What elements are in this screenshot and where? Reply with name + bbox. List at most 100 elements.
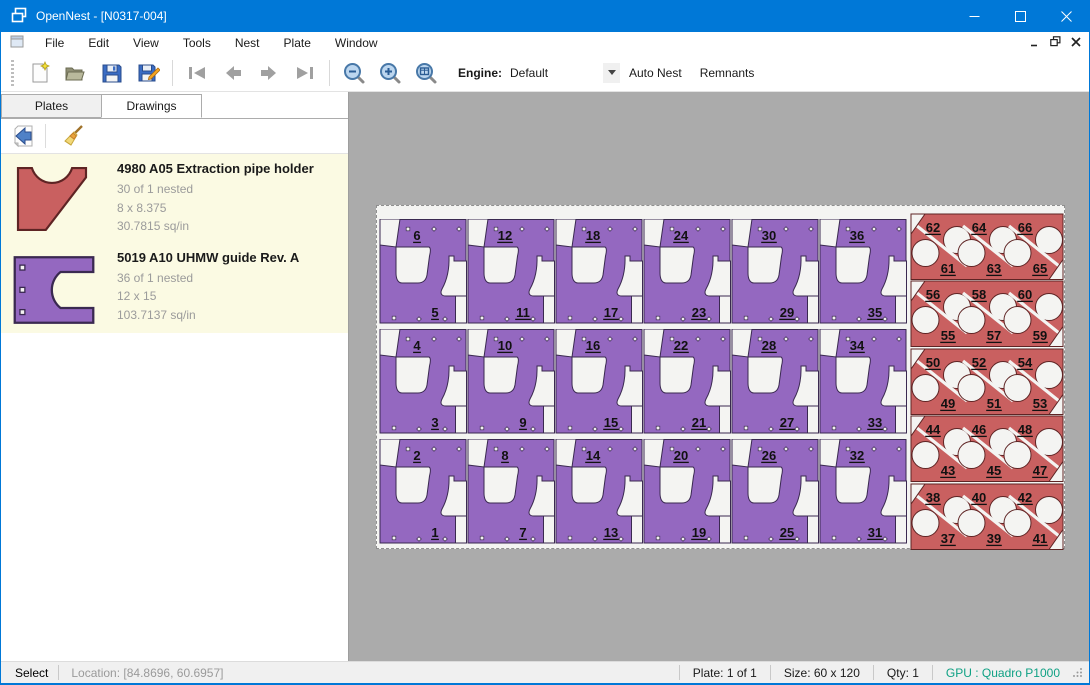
svg-text:53: 53: [1033, 396, 1047, 411]
mdi-document-icon[interactable]: [10, 35, 25, 52]
minimize-button[interactable]: [951, 0, 997, 32]
close-button[interactable]: [1043, 0, 1089, 32]
nest-row-red[interactable]: 62 61 64 63 66 65: [910, 213, 1064, 281]
nest-cell-purple[interactable]: 4 3: [379, 329, 467, 439]
mdi-restore-icon[interactable]: [1050, 36, 1061, 50]
svg-text:48: 48: [1018, 422, 1032, 437]
menu-edit[interactable]: Edit: [76, 33, 121, 53]
save-icon: [100, 61, 124, 85]
menu-bar: File Edit View Tools Nest Plate Window: [1, 32, 1089, 54]
zoom-fit-icon: [414, 61, 438, 85]
drawing-nested: 30 of 1 nested: [117, 180, 342, 199]
svg-text:11: 11: [516, 305, 530, 320]
nest-cell-purple[interactable]: 16 15: [555, 329, 643, 439]
svg-text:28: 28: [762, 338, 776, 353]
nest-row-red[interactable]: 50 49 52 51 54 53: [910, 348, 1064, 416]
nest-cell-purple[interactable]: 12 11: [467, 219, 555, 329]
mdi-minimize-icon[interactable]: [1030, 36, 1040, 50]
nest-cell-purple[interactable]: 14 13: [555, 439, 643, 549]
engine-combobox[interactable]: Default: [508, 61, 620, 85]
svg-text:45: 45: [987, 463, 1001, 478]
svg-text:4: 4: [413, 338, 421, 353]
svg-text:51: 51: [987, 396, 1001, 411]
menu-window[interactable]: Window: [323, 33, 390, 53]
send-to-nest-button[interactable]: [7, 121, 41, 151]
toolbar-grip[interactable]: [11, 60, 14, 86]
nest-row-red[interactable]: 44 43 46 45 48 47: [910, 415, 1064, 483]
svg-text:61: 61: [941, 261, 955, 276]
svg-text:58: 58: [972, 287, 986, 302]
svg-text:43: 43: [941, 463, 955, 478]
nest-cell-purple[interactable]: 34 33: [819, 329, 907, 439]
nest-cell-purple[interactable]: 30 29: [731, 219, 819, 329]
toolbar-separator: [172, 60, 173, 86]
svg-text:18: 18: [586, 228, 600, 243]
status-gpu: GPU : Quadro P1000: [933, 666, 1073, 680]
nest-cell-purple[interactable]: 24 23: [643, 219, 731, 329]
go-first-button[interactable]: [179, 56, 215, 90]
nest-cell-purple[interactable]: 36 35: [819, 219, 907, 329]
nest-row-red[interactable]: 56 55 58 57 60 59: [910, 280, 1064, 348]
plate[interactable]: 6 5 12 11 18 17: [376, 205, 1065, 549]
zoom-in-button[interactable]: [372, 56, 408, 90]
go-last-button[interactable]: [287, 56, 323, 90]
svg-text:30: 30: [762, 228, 776, 243]
nest-cell-purple[interactable]: 32 31: [819, 439, 907, 549]
svg-text:8: 8: [501, 448, 508, 463]
drawings-toolbar: [1, 119, 348, 154]
nest-cell-purple[interactable]: 2 1: [379, 439, 467, 549]
drawing-size: 8 x 8.375: [117, 199, 342, 218]
svg-text:3: 3: [431, 415, 438, 430]
menu-plate[interactable]: Plate: [272, 33, 323, 53]
maximize-button[interactable]: [997, 0, 1043, 32]
nest-cell-purple[interactable]: 26 25: [731, 439, 819, 549]
svg-text:41: 41: [1033, 531, 1047, 546]
nest-cell-purple[interactable]: 28 27: [731, 329, 819, 439]
main-toolbar: Engine: Default Auto Nest Remnants: [1, 54, 1089, 92]
nest-cell-purple[interactable]: 8 7: [467, 439, 555, 549]
save-as-button[interactable]: [130, 56, 166, 90]
drawing-item[interactable]: 4980 A05 Extraction pipe holder 30 of 1 …: [1, 154, 348, 243]
nest-cell-purple[interactable]: 10 9: [467, 329, 555, 439]
status-bar: Select Location: [84.8696, 60.6957] Plat…: [1, 661, 1089, 683]
go-next-button[interactable]: [251, 56, 287, 90]
menu-file[interactable]: File: [33, 33, 76, 53]
svg-text:19: 19: [692, 525, 706, 540]
zoom-out-button[interactable]: [336, 56, 372, 90]
new-file-button[interactable]: [22, 56, 58, 90]
save-button[interactable]: [94, 56, 130, 90]
drawing-item[interactable]: 5019 A10 UHMW guide Rev. A 36 of 1 neste…: [1, 243, 348, 333]
auto-nest-button[interactable]: Auto Nest: [620, 60, 691, 86]
tab-drawings[interactable]: Drawings: [101, 94, 202, 118]
svg-text:34: 34: [850, 338, 865, 353]
nest-row-red[interactable]: 38 37 40 39 42 41: [910, 483, 1064, 551]
part-thumbnail-red: [11, 161, 111, 236]
clean-button[interactable]: [56, 121, 90, 151]
svg-text:60: 60: [1018, 287, 1032, 302]
chevron-down-icon[interactable]: [603, 63, 620, 83]
menu-nest[interactable]: Nest: [223, 33, 272, 53]
go-previous-button[interactable]: [215, 56, 251, 90]
mdi-close-icon[interactable]: [1071, 36, 1081, 50]
svg-text:29: 29: [780, 305, 794, 320]
resize-grip-icon[interactable]: [1073, 666, 1085, 680]
menu-view[interactable]: View: [121, 33, 171, 53]
drawing-list: 4980 A05 Extraction pipe holder 30 of 1 …: [1, 154, 348, 333]
svg-text:20: 20: [674, 448, 688, 463]
remnants-button[interactable]: Remnants: [691, 60, 764, 86]
svg-text:13: 13: [604, 525, 618, 540]
nest-cell-purple[interactable]: 6 5: [379, 219, 467, 329]
svg-text:66: 66: [1018, 220, 1032, 235]
zoom-fit-button[interactable]: [408, 56, 444, 90]
svg-text:10: 10: [498, 338, 512, 353]
svg-text:38: 38: [926, 490, 940, 505]
send-to-nest-icon: [12, 124, 36, 148]
nest-cell-purple[interactable]: 22 21: [643, 329, 731, 439]
status-size: Size: 60 x 120: [771, 666, 873, 680]
nest-cell-purple[interactable]: 20 19: [643, 439, 731, 549]
tab-plates[interactable]: Plates: [1, 94, 102, 118]
nest-canvas[interactable]: 6 5 12 11 18 17: [349, 92, 1089, 661]
nest-cell-purple[interactable]: 18 17: [555, 219, 643, 329]
open-file-button[interactable]: [58, 56, 94, 90]
menu-tools[interactable]: Tools: [171, 33, 223, 53]
